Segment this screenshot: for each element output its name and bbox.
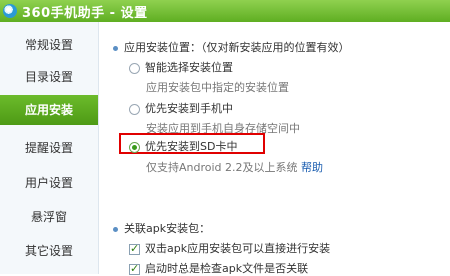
option-label: 优先安装到SD卡中 (145, 140, 238, 153)
checkbox-label: 启动时总是检查apk文件是否关联 (145, 262, 309, 275)
sidebar-item-directory[interactable]: 目录设置 (0, 62, 98, 92)
sidebar-item-other[interactable]: 其它设置 (0, 236, 98, 266)
checkbox-double-click-install[interactable]: 双击apk应用安装包可以直接进行安装 (129, 240, 330, 256)
checkbox-label: 双击apk应用安装包可以直接进行安装 (145, 242, 331, 255)
settings-sidebar: 常规设置 目录设置 应用安装 提醒设置 用户设置 悬浮窗 其它设置 (0, 22, 99, 274)
option-phone-install[interactable]: 优先安装到手机中 (129, 100, 233, 116)
sidebar-item-reminders[interactable]: 提醒设置 (0, 133, 98, 163)
sidebar-item-floating-window[interactable]: 悬浮窗 (0, 202, 98, 232)
apk-association-header: 关联apk安装包： (124, 222, 211, 235)
settings-content: 应用安装位置：（仅对新安装应用的位置有效） 智能选择安装位置 应用安装包中指定的… (99, 22, 450, 275)
checkbox-double-click[interactable] (129, 242, 140, 255)
option-sd-install[interactable]: 优先安装到SD卡中 (129, 138, 237, 154)
radio-button-phone[interactable] (129, 103, 140, 115)
install-location-header: 应用安装位置：（仅对新安装应用的位置有效） (124, 41, 350, 54)
bullet-icon (113, 45, 118, 51)
sidebar-item-user[interactable]: 用户设置 (0, 168, 98, 198)
title-bar: 360手机助手 - 设置 (0, 0, 450, 22)
sidebar-item-general[interactable]: 常规设置 (0, 30, 98, 60)
install-location-section: 应用安装位置：（仅对新安装应用的位置有效） (113, 39, 350, 55)
sidebar-item-app-install[interactable]: 应用安装 (0, 95, 98, 125)
option-smart-install[interactable]: 智能选择安装位置 (129, 59, 233, 75)
window-title: 360手机助手 - 设置 (22, 5, 148, 21)
apk-association-section: 关联apk安装包： (113, 220, 210, 236)
app-logo-icon (3, 4, 17, 18)
option-description-text: 仅支持Android 2.2及以上系统 (146, 161, 298, 174)
checkbox-check-startup[interactable] (129, 262, 140, 275)
radio-button-smart[interactable] (129, 62, 140, 74)
radio-button-sd[interactable] (129, 141, 140, 153)
bullet-icon (113, 226, 118, 232)
help-link[interactable]: 帮助 (301, 161, 323, 174)
option-label: 优先安装到手机中 (145, 102, 233, 115)
option-description: 仅支持Android 2.2及以上系统 帮助 (146, 159, 323, 175)
option-label: 智能选择安装位置 (145, 61, 233, 74)
option-description: 应用安装包中指定的安装位置 (146, 81, 289, 94)
